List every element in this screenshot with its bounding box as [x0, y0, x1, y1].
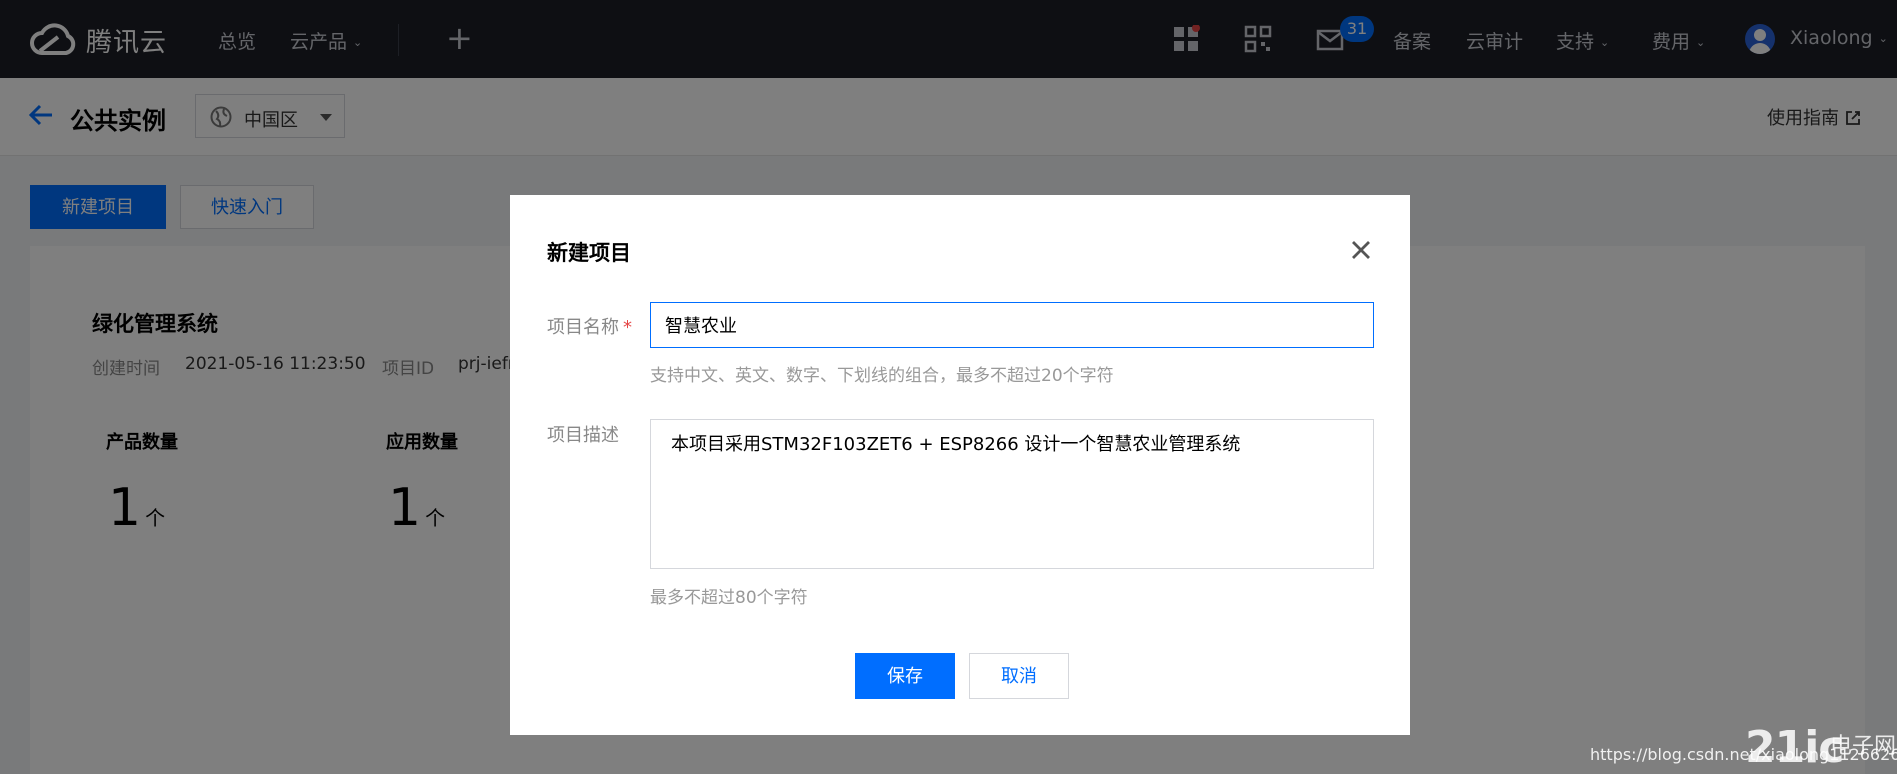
- project-desc-hint: 最多不超过80个字符: [650, 588, 808, 608]
- close-icon[interactable]: [1348, 237, 1374, 263]
- project-name-label-text: 项目名称: [547, 317, 619, 338]
- watermark-logo: 21ic: [1745, 722, 1844, 773]
- cancel-button[interactable]: 取消: [969, 653, 1069, 699]
- project-desc-textarea[interactable]: 本项目采用STM32F103ZET6 + ESP8266 设计一个智慧农业管理系…: [650, 419, 1374, 569]
- project-name-input[interactable]: [650, 302, 1374, 348]
- project-name-label: 项目名称 *: [547, 313, 632, 339]
- required-mark: *: [623, 317, 632, 338]
- dialog-title: 新建项目: [547, 241, 631, 265]
- save-button[interactable]: 保存: [855, 653, 955, 699]
- project-name-hint: 支持中文、英文、数字、下划线的组合，最多不超过20个字符: [650, 366, 1114, 386]
- project-desc-label: 项目描述: [547, 425, 619, 446]
- new-project-dialog: 新建项目 项目名称* 支持中文、英文、数字、下划线的组合，最多不超过20个字符 …: [510, 195, 1410, 735]
- watermark-logo-sub: 电子网: [1830, 734, 1897, 759]
